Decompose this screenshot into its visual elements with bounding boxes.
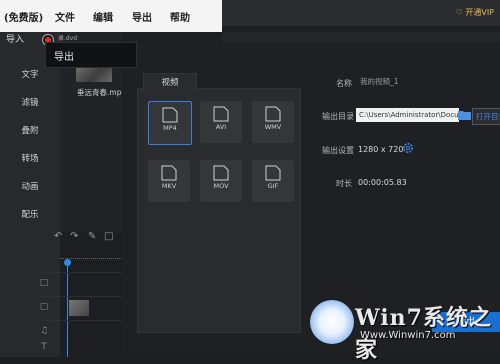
export-tooltip: 导出 [45, 42, 137, 68]
format-label: WMV [264, 123, 282, 131]
rail-item-text[interactable]: 文字 [0, 68, 60, 80]
format-wmv[interactable]: WMV [252, 101, 294, 143]
file-tag: 录.dvd [58, 35, 78, 42]
tab-video[interactable]: 视频 [143, 73, 197, 92]
format-mp4[interactable]: MP4 [148, 101, 192, 145]
format-label: MKV [161, 182, 177, 190]
folder-icon[interactable] [458, 109, 471, 120]
settings-value: 1280 x 720 [358, 145, 404, 154]
duration-label: 时长 [336, 179, 352, 188]
track-image-icon: □ [39, 278, 49, 288]
media-clip-name: 垂远青春.mp3 [77, 88, 127, 97]
format-mkv[interactable]: MKV [148, 160, 190, 202]
menu-edit[interactable]: 编辑 [93, 9, 113, 24]
file-icon [265, 165, 281, 181]
edition-label: (免费版) [4, 13, 44, 24]
track-audio-icon: ♫ [39, 326, 49, 336]
vip-label: 开通VIP [465, 8, 494, 17]
windows-logo-icon [310, 300, 354, 344]
format-label: MOV [213, 182, 229, 190]
rail-item-overlay[interactable]: 叠附 [0, 124, 60, 136]
gear-icon[interactable] [402, 142, 414, 154]
tooltip-text: 导出 [54, 52, 74, 63]
track-separator [36, 272, 122, 273]
format-mov[interactable]: MOV [200, 160, 242, 202]
format-avi[interactable]: AVI [200, 101, 242, 143]
name-label: 名称 [336, 79, 352, 88]
menu-file[interactable]: 文件 [55, 9, 75, 24]
name-input[interactable]: 我的视频_1 [356, 75, 484, 89]
menu-help[interactable]: 帮助 [170, 9, 190, 24]
format-label: GIF [267, 182, 279, 190]
track-separator [36, 320, 122, 321]
file-icon [161, 165, 177, 181]
track-video-icon: ▢ [39, 302, 49, 312]
redo-icon[interactable]: ↷ [70, 231, 78, 242]
vip-link[interactable]: ♡ 开通VIP [456, 0, 494, 26]
watermark-url: Www.Winwin7.com [360, 330, 456, 341]
open-directory-button[interactable]: 打开目录 [472, 108, 500, 125]
menu-bar: (免费版) 文件 编辑 导出 帮助 [0, 0, 222, 32]
undo-icon[interactable]: ↶ [54, 231, 62, 242]
menu-export[interactable]: 导出 [132, 9, 152, 24]
output-dir-label: 输出目录 [322, 112, 354, 121]
output-dir-input[interactable]: C:\Users\Administrator\Document [356, 108, 459, 122]
file-icon [162, 107, 178, 123]
dialog-header-strip [222, 32, 500, 42]
format-label: MP4 [163, 124, 177, 132]
file-icon [213, 165, 229, 181]
format-label: AVI [215, 123, 227, 131]
rail-item-transition[interactable]: 转场 [0, 152, 60, 164]
file-icon [213, 106, 229, 122]
settings-label: 输出设置 [322, 146, 354, 155]
track-text-icon: T [41, 342, 47, 352]
edit-icon[interactable]: ✎ [88, 231, 96, 242]
rail-item-filter[interactable]: 滤镜 [0, 96, 60, 108]
timeline-clip[interactable] [69, 300, 89, 316]
format-gif[interactable]: GIF [252, 160, 294, 202]
rail-item-animation[interactable]: 动画 [0, 180, 60, 192]
rail-item-music[interactable]: 配乐 [0, 208, 60, 220]
crop-icon[interactable]: □ [104, 231, 113, 242]
track-separator [36, 296, 122, 297]
duration-value: 00:00:05.83 [358, 178, 407, 187]
file-icon [265, 106, 281, 122]
timeline-toolbar: ↶ ↷ ✎ □ [48, 231, 122, 247]
